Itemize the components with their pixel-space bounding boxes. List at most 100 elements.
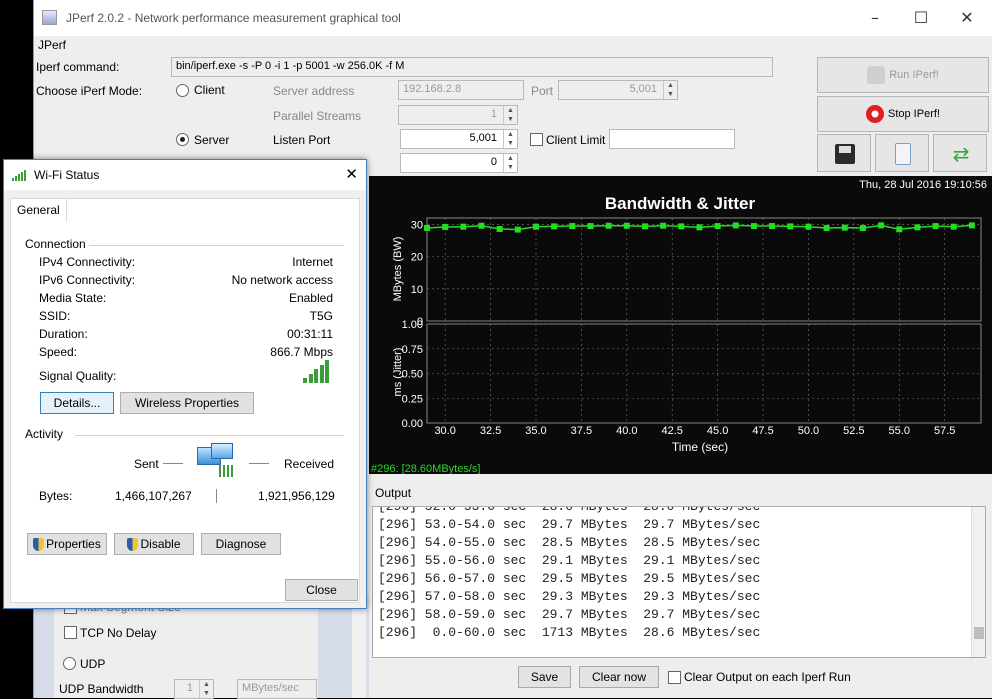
mode-label: Choose iPerf Mode:: [36, 84, 143, 98]
disable-label: Disable: [140, 537, 181, 551]
udp-bandwidth-field[interactable]: 1 ▲ ▼: [174, 679, 214, 699]
signal-bar: [308, 373, 313, 383]
data-point: [460, 223, 467, 230]
bandwidth-jitter-chart: Thu, 28 Jul 2016 19:10:56 Bandwidth & Ji…: [369, 176, 992, 475]
run-iperf-button[interactable]: Run IPerf!: [817, 57, 989, 93]
data-point: [878, 222, 885, 229]
wifi-title-bar: Wi-Fi Status ✕: [4, 160, 366, 190]
close-button[interactable]: ✕: [944, 6, 990, 30]
port-spinner-icon[interactable]: ▲ ▼: [663, 81, 677, 99]
client-limit-checkbox[interactable]: [530, 133, 543, 146]
output-log[interactable]: [296] 52.0-53.0 sec 28.0 MBytes 28.0 MBy…: [372, 506, 986, 658]
save-config-button[interactable]: [817, 134, 871, 172]
x-tick-label: 57.5: [934, 425, 955, 437]
signal-bar: [325, 360, 329, 383]
tcp-no-delay-checkbox[interactable]: [64, 626, 77, 639]
udp-radio[interactable]: [63, 657, 76, 670]
disable-button[interactable]: Disable: [114, 533, 194, 555]
parallel-streams-spinner-icon[interactable]: ▲ ▼: [503, 106, 517, 124]
properties-label: Properties: [46, 537, 101, 551]
jitter-panel: 0.00 0.25 0.50 0.75 1.00: [402, 319, 982, 430]
y-tick-label: 20: [411, 252, 423, 264]
diagnose-button[interactable]: Diagnose: [201, 533, 281, 555]
bytes-divider: [216, 489, 217, 503]
data-point: [660, 222, 667, 229]
data-point: [805, 223, 812, 230]
sent-line: [163, 463, 183, 464]
chart-status: #296: [28.60MBytes/s]: [371, 463, 480, 474]
ipv4-value: Internet: [292, 255, 333, 269]
run-iperf-label: Run IPerf!: [889, 69, 939, 81]
save-output-button[interactable]: Save: [518, 666, 571, 688]
output-scrollbar[interactable]: [971, 507, 985, 657]
x-tick-label: 37.5: [571, 425, 592, 437]
stop-iperf-button[interactable]: Stop IPerf!: [817, 96, 989, 132]
output-header: Output: [375, 486, 412, 500]
ipv6-label: IPv6 Connectivity:: [39, 273, 136, 287]
signal-bar: [319, 364, 324, 383]
num-connections-field[interactable]: 0 ▲ ▼: [400, 153, 518, 173]
data-point: [787, 223, 794, 230]
parallel-streams-field[interactable]: 1 ▲ ▼: [398, 105, 518, 125]
open-config-button[interactable]: [875, 134, 929, 172]
port-field[interactable]: 5,001 ▲ ▼: [558, 80, 678, 100]
restore-defaults-button[interactable]: ⇄: [933, 134, 987, 172]
bandwidth-panel: 0102030: [411, 217, 982, 328]
listen-port-spinner-icon[interactable]: ▲ ▼: [503, 130, 517, 148]
num-connections-spinner-icon[interactable]: ▲ ▼: [503, 154, 517, 172]
connection-divider: [89, 245, 344, 246]
output-line: [296] 57.0-58.0 sec 29.3 MBytes 29.3 MBy…: [378, 589, 761, 604]
x-tick-label: 45.0: [707, 425, 728, 437]
wifi-close-button[interactable]: ✕: [345, 165, 358, 183]
settings-scrollbar[interactable]: [352, 598, 366, 698]
udp-bandwidth-spinner-icon[interactable]: ▲ ▼: [199, 680, 213, 698]
tab-general[interactable]: General: [10, 198, 67, 222]
ipv4-label: IPv4 Connectivity:: [39, 255, 136, 269]
speed-label: Speed:: [39, 345, 78, 359]
data-point: [841, 224, 848, 231]
iperf-command-field[interactable]: bin/iperf.exe -s -P 0 -i 1 -p 5001 -w 25…: [171, 57, 773, 77]
wireless-properties-button[interactable]: Wireless Properties: [120, 392, 254, 414]
output-line: [296] 52.0-53.0 sec 28.0 MBytes 28.0 MBy…: [378, 506, 761, 514]
duration-label: Duration:: [39, 327, 88, 341]
data-point: [551, 223, 558, 230]
data-point: [514, 226, 521, 233]
x-tick-label: 35.0: [525, 425, 546, 437]
data-point: [714, 223, 721, 230]
ssid-value: T5G: [309, 309, 333, 323]
listen-port-field[interactable]: 5,001 ▲ ▼: [400, 129, 518, 149]
media-state-value: Enabled: [288, 291, 333, 305]
plot-area: [426, 217, 982, 322]
data-point: [605, 222, 612, 229]
client-limit-label: Client Limit: [546, 133, 606, 147]
maximize-button[interactable]: ☐: [898, 6, 944, 30]
server-radio[interactable]: [176, 133, 189, 146]
parallel-streams-value: 1: [490, 108, 497, 120]
details-button[interactable]: Details...: [40, 392, 114, 414]
output-line: [296] 56.0-57.0 sec 29.5 MBytes 29.5 MBy…: [378, 571, 761, 586]
properties-button[interactable]: Properties: [27, 533, 107, 555]
speed-value: 866.7 Mbps: [270, 345, 333, 359]
clear-output-checkbox[interactable]: [668, 671, 681, 684]
refresh-arrows-icon: ⇄: [952, 142, 970, 166]
scrollbar-thumb[interactable]: [974, 627, 984, 639]
clear-now-button[interactable]: Clear now: [579, 666, 659, 688]
run-icon: [867, 66, 886, 85]
received-label: Received: [284, 457, 335, 471]
udp-bandwidth-unit[interactable]: MBytes/sec: [237, 679, 317, 699]
client-radio[interactable]: [176, 84, 189, 97]
duration-value: 00:31:11: [287, 327, 333, 341]
signal-quality-icon: [303, 359, 333, 383]
y-tick-label: 30: [411, 219, 423, 231]
client-limit-field[interactable]: [609, 129, 735, 149]
server-address-field[interactable]: 192.168.2.8: [398, 80, 524, 100]
data-point: [823, 224, 830, 231]
iperf-command-label: Iperf command:: [36, 60, 120, 74]
wifi-close-dialog-button[interactable]: Close: [285, 579, 358, 601]
activity-divider: [75, 435, 344, 436]
minimize-button[interactable]: –: [852, 6, 898, 30]
listen-port-value: 5,001: [469, 132, 497, 144]
y-tick-label: 0.25: [402, 393, 423, 405]
menu-jperf[interactable]: JPerf: [38, 38, 66, 52]
data-point: [696, 224, 703, 231]
